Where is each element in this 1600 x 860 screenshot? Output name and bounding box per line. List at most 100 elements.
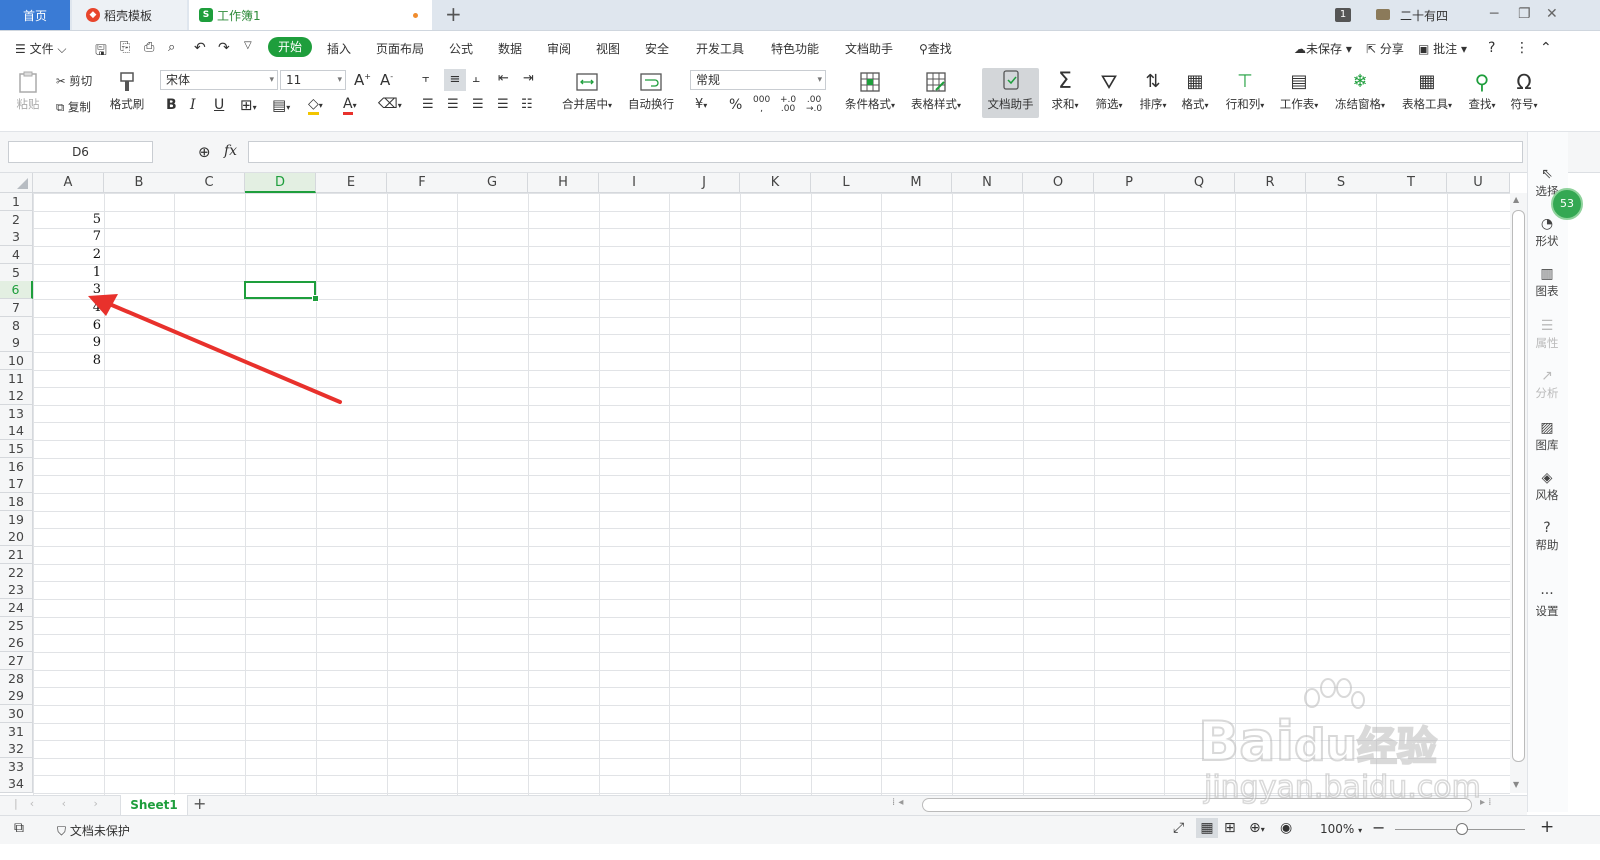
bold-icon[interactable]: B [166, 97, 177, 113]
tab-security[interactable]: 安全 [645, 40, 669, 57]
border-icon[interactable]: ⊞▾ [240, 96, 257, 114]
freeze-panes-button[interactable]: ❄ 冻结窗格▾ [1330, 70, 1390, 112]
increase-decimal-icon[interactable]: +.0.00 [780, 96, 796, 114]
align-top-icon[interactable]: ⫟ [422, 71, 430, 86]
table-style-button[interactable]: 表格样式▾ [906, 70, 966, 112]
tab-view[interactable]: 视图 [596, 40, 620, 57]
decrease-font-icon[interactable]: A- [380, 71, 393, 89]
normal-view-icon[interactable]: ▦ [1196, 818, 1218, 838]
underline-icon[interactable]: U [214, 97, 224, 113]
italic-icon[interactable]: I [190, 97, 196, 113]
align-left-icon[interactable]: ☰ [422, 97, 434, 112]
tab-review[interactable]: 审阅 [547, 40, 571, 57]
collapse-ribbon-icon[interactable]: ⌃ [1540, 40, 1552, 56]
status-layout-icon[interactable]: ⧉ [14, 820, 24, 836]
align-center-icon[interactable]: ☰ [447, 97, 459, 112]
format-painter-button[interactable]: 格式刷 [108, 70, 146, 112]
zoom-out-button[interactable]: − [1372, 818, 1385, 837]
copy-button[interactable]: ⧉ 复制 [56, 99, 91, 115]
decrease-decimal-icon[interactable]: .00 →.0 [806, 96, 822, 114]
minimize-icon[interactable]: ─ [1490, 6, 1498, 22]
formula-input[interactable] [248, 141, 1523, 163]
tab-start[interactable]: 开始 [268, 37, 312, 57]
table-tools-button[interactable]: ▦ 表格工具▾ [1397, 70, 1457, 112]
worksheet-button[interactable]: ▤ 工作表▾ [1276, 70, 1322, 112]
paste-button[interactable]: 粘贴 [10, 70, 46, 112]
merge-center-button[interactable]: 合并居中▾ [558, 70, 616, 112]
panel-properties[interactable]: ☰ 属性 [1527, 318, 1567, 351]
vertical-scroll-thumb[interactable] [1512, 210, 1525, 762]
increase-font-icon[interactable]: A+ [354, 71, 371, 89]
currency-icon[interactable]: ¥▾ [695, 97, 707, 112]
cell-style-icon[interactable]: ▤▾ [272, 96, 290, 114]
comment-button[interactable]: ▣ 批注 ▾ [1418, 40, 1467, 57]
tab-doc-assistant[interactable]: 文档助手 [845, 40, 893, 57]
conditional-format-button[interactable]: 条件格式▾ [840, 70, 900, 112]
percent-icon[interactable]: % [729, 97, 742, 113]
cut-button[interactable]: ✂ 剪切 [56, 73, 92, 89]
document-protection-status[interactable]: ⛉ 文档未保护 [57, 822, 130, 839]
thousands-separator-icon[interactable]: 000, [753, 96, 770, 114]
tab-docer-templates[interactable]: ◆ 稻壳模板 [72, 0, 187, 30]
row-col-button[interactable]: ⊤ 行和列▾ [1222, 70, 1268, 112]
close-icon[interactable]: ✕ [1546, 6, 1558, 22]
symbol-button[interactable]: Ω 符号▾ [1506, 70, 1542, 112]
indent-increase-icon[interactable]: ⇥ [523, 71, 534, 86]
more-icon[interactable]: ⋮ [1515, 40, 1529, 56]
wrap-text-button[interactable]: 自动换行 [626, 70, 676, 112]
save-icon[interactable]: 🖫 [95, 40, 107, 64]
page-break-view-icon[interactable]: ⊞ [1224, 820, 1236, 836]
panel-settings[interactable]: ··· 设置 [1527, 586, 1567, 619]
tab-data[interactable]: 数据 [498, 40, 522, 57]
sort-button[interactable]: ⇅ 排序▾ [1136, 70, 1170, 112]
tab-home[interactable]: 首页 [0, 0, 70, 30]
filter-button[interactable]: ⛛ 筛选▾ [1092, 70, 1126, 112]
justify-icon[interactable]: ☰ [497, 97, 509, 112]
format-button[interactable]: ▦ 格式▾ [1178, 70, 1212, 112]
redo-icon[interactable]: ↷ [218, 40, 230, 56]
panel-chart[interactable]: ▥ 图表 [1527, 266, 1567, 299]
zoom-level[interactable]: 100% ▾ [1320, 822, 1362, 836]
window-count-badge[interactable]: 1 [1335, 8, 1351, 22]
floating-badge[interactable]: 53 [1551, 188, 1583, 220]
user-name[interactable]: 二十有四 [1400, 7, 1448, 24]
add-sheet-button[interactable]: + [193, 794, 206, 813]
panel-gallery[interactable]: ▨ 图库 [1527, 420, 1567, 453]
doc-assistant-button[interactable]: 文档助手 [982, 68, 1039, 118]
avatar[interactable] [1376, 9, 1390, 20]
export-icon[interactable]: ⎘ [120, 40, 130, 55]
share-button[interactable]: ⇱ 分享 [1366, 40, 1404, 57]
fill-color-icon[interactable]: ◇▾ [308, 96, 323, 115]
clear-format-icon[interactable]: ⌫▾ [378, 96, 402, 112]
page-layout-view-icon[interactable]: ⊕▾ [1249, 820, 1265, 836]
zoom-slider-knob[interactable] [1456, 823, 1468, 835]
print-preview-icon[interactable]: ⌕ [168, 40, 175, 55]
panel-analysis[interactable]: ↗ 分析 [1527, 368, 1567, 401]
h-scroll-splitter-icon[interactable]: ⁞ ◂ [892, 797, 903, 808]
unsaved-button[interactable]: ☁未保存 ▾ [1294, 40, 1352, 57]
font-size-select[interactable]: 11 [280, 70, 346, 90]
align-middle-icon[interactable]: ≡ [444, 69, 466, 91]
help-icon[interactable]: ? [1488, 40, 1495, 56]
zoom-formula-icon[interactable]: ⊕ [198, 143, 211, 161]
font-name-select[interactable]: 宋体 [160, 70, 278, 90]
search-menu[interactable]: ⚲查找 [919, 40, 952, 57]
sheet-tab-sheet1[interactable]: Sheet1 [120, 795, 188, 815]
insert-function-button[interactable]: fx [224, 143, 237, 159]
number-format-select[interactable]: 常规 [690, 70, 826, 90]
tab-workbook1[interactable]: S 工作簿1 [189, 0, 432, 30]
new-tab-button[interactable]: + [445, 2, 462, 26]
panel-help[interactable]: ? 帮助 [1527, 520, 1567, 553]
align-right-icon[interactable]: ☰ [472, 97, 484, 112]
restore-icon[interactable]: ❐ [1518, 6, 1531, 22]
sum-button[interactable]: Σ 求和▾ [1048, 70, 1082, 112]
zoom-in-button[interactable]: + [1540, 817, 1554, 837]
panel-shape[interactable]: ◔ 形状 [1527, 216, 1567, 249]
eye-protection-icon[interactable]: ◉ [1280, 820, 1292, 836]
find-button[interactable]: ⚲ 查找▾ [1464, 70, 1500, 112]
quick-access-dropdown-icon[interactable]: ▽ [244, 40, 252, 51]
align-bottom-icon[interactable]: ⫠ [472, 71, 480, 86]
scroll-down-icon[interactable]: ▼ [1513, 780, 1519, 789]
distributed-align-icon[interactable]: ☷ [521, 97, 533, 112]
tab-special-features[interactable]: 特色功能 [771, 40, 819, 57]
